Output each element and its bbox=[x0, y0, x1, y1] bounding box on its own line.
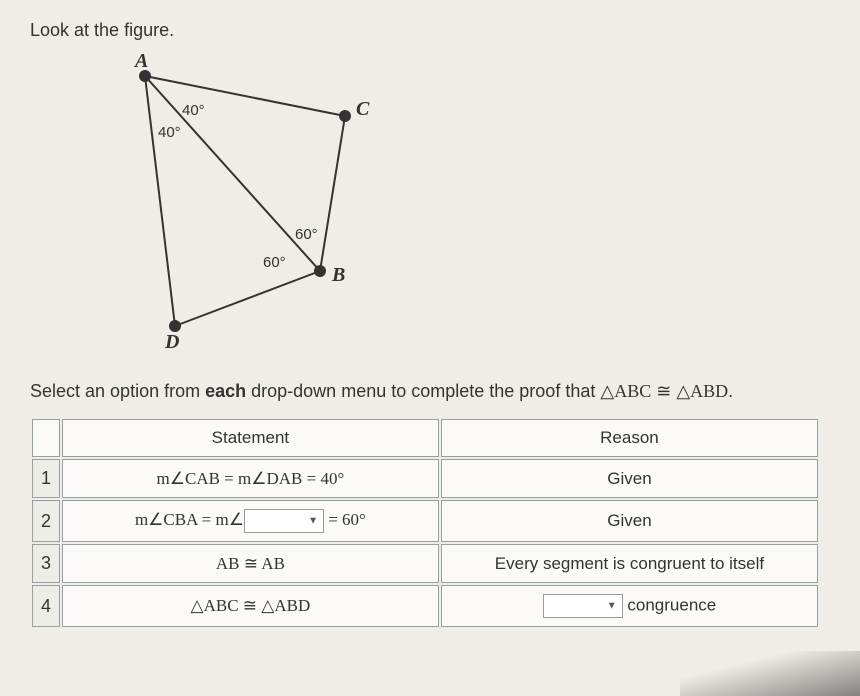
statement-post: = 60° bbox=[324, 510, 366, 529]
instruction-tri1: △ABC bbox=[600, 381, 651, 401]
angle-label-cab: 40° bbox=[182, 102, 205, 119]
reason-cell: Given bbox=[441, 459, 818, 498]
table-row: 4 △ABC ≅ △ABD ▼ congruence bbox=[32, 585, 818, 627]
proof-table: Statement Reason 1 m∠CAB = m∠DAB = 40° G… bbox=[30, 417, 820, 629]
angle-label-dba: 60° bbox=[263, 254, 286, 271]
instruction-tri2: △ABD bbox=[676, 381, 728, 401]
statement-cell: △ABC ≅ △ABD bbox=[62, 585, 439, 627]
table-row: 3 AB ≅ AB Every segment is congruent to … bbox=[32, 544, 818, 583]
row-number: 1 bbox=[32, 459, 60, 498]
instruction-cong: ≅ bbox=[651, 381, 676, 401]
instruction-end: . bbox=[728, 381, 733, 401]
reason-cell: ▼ congruence bbox=[441, 585, 818, 627]
reason-post: congruence bbox=[623, 595, 717, 614]
geometry-figure: A C B D 40° 40° 60° 60° bbox=[90, 56, 410, 356]
row-number: 3 bbox=[32, 544, 60, 583]
angle-dropdown[interactable]: ▼ bbox=[244, 509, 324, 533]
statement-cell: m∠CAB = m∠DAB = 40° bbox=[62, 459, 439, 498]
row-number: 4 bbox=[32, 585, 60, 627]
chevron-down-icon: ▼ bbox=[308, 516, 318, 527]
chevron-down-icon: ▼ bbox=[607, 601, 617, 612]
table-header-row: Statement Reason bbox=[32, 419, 818, 457]
statement-cell: m∠CBA = m∠ ▼ = 60° bbox=[62, 500, 439, 542]
table-row: 1 m∠CAB = m∠DAB = 40° Given bbox=[32, 459, 818, 498]
angle-label-cba: 60° bbox=[295, 226, 318, 243]
instruction-pre: Select an option from bbox=[30, 381, 205, 401]
shadow-overlay bbox=[680, 651, 860, 696]
row-number: 2 bbox=[32, 500, 60, 542]
reason-cell: Given bbox=[441, 500, 818, 542]
instruction-text: Select an option from each drop-down men… bbox=[30, 381, 830, 402]
prompt-text: Look at the figure. bbox=[30, 20, 830, 41]
vertex-label-c: C bbox=[356, 98, 369, 121]
vertex-label-a: A bbox=[135, 50, 148, 73]
instruction-bold: each bbox=[205, 381, 246, 401]
statement-cell: AB ≅ AB bbox=[62, 544, 439, 583]
vertex-label-d: D bbox=[165, 331, 179, 354]
header-statement: Statement bbox=[62, 419, 439, 457]
header-blank bbox=[32, 419, 60, 457]
congruence-dropdown[interactable]: ▼ bbox=[543, 594, 623, 618]
statement-pre: m∠CBA = m∠ bbox=[135, 510, 244, 529]
angle-label-dab: 40° bbox=[158, 124, 181, 141]
reason-cell: Every segment is congruent to itself bbox=[441, 544, 818, 583]
table-row: 2 m∠CBA = m∠ ▼ = 60° Given bbox=[32, 500, 818, 542]
vertex-label-b: B bbox=[332, 264, 345, 287]
header-reason: Reason bbox=[441, 419, 818, 457]
instruction-mid: drop-down menu to complete the proof tha… bbox=[246, 381, 600, 401]
